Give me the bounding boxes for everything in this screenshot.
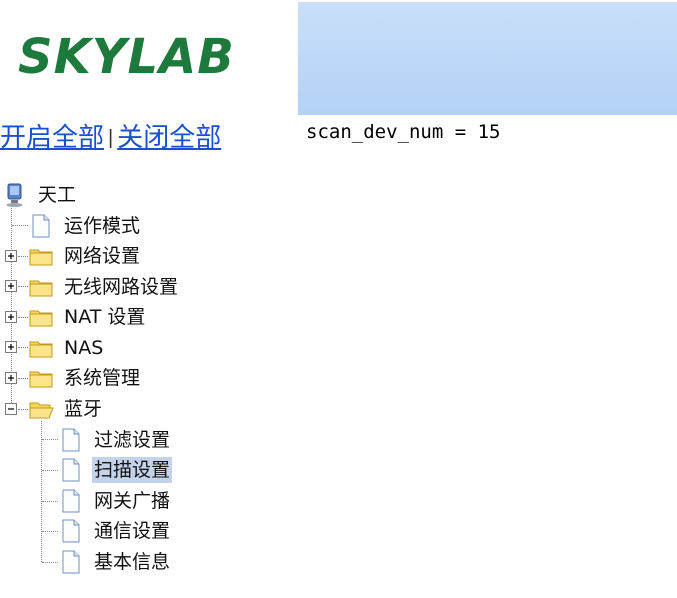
collapse-toggle-icon[interactable]	[5, 403, 17, 415]
tree-hline-bt-4	[42, 562, 58, 563]
folder-closed-icon	[29, 249, 53, 266]
tree-item-label: NAS	[64, 337, 104, 359]
expand-toggle-icon[interactable]	[5, 341, 17, 353]
tree-item-label: 系统管理	[64, 367, 141, 389]
page-icon	[62, 550, 80, 574]
tree-root[interactable]: 天工	[2, 180, 78, 210]
folder-open-icon	[29, 402, 54, 419]
tree-hline-5	[18, 378, 28, 379]
page-icon	[62, 458, 80, 482]
computer-icon	[6, 183, 23, 207]
tree-item-label: 网络设置	[64, 245, 141, 267]
tree-hline-0	[12, 225, 28, 226]
console-output: scan_dev_num = 15	[306, 121, 501, 143]
tree-hline-6	[18, 409, 28, 410]
tree-item-label: 通信设置	[94, 520, 171, 542]
tree-item-nat-settings[interactable]: NAT 设置	[28, 302, 147, 332]
expand-toggle-icon[interactable]	[5, 280, 17, 292]
page-icon	[32, 214, 50, 238]
tree-item-label-selected: 扫描设置	[92, 457, 173, 483]
tree-item-nas[interactable]: NAS	[28, 333, 105, 363]
header-banner	[298, 2, 677, 115]
tree-toggle-links: 开启全部 | 关闭全部	[0, 119, 221, 158]
tree-hline-4	[18, 347, 28, 348]
tree-hline-bt-1	[42, 470, 58, 471]
tree-item-gateway-broadcast[interactable]: 网关广播	[58, 486, 172, 516]
tree-hline-1	[18, 256, 28, 257]
folder-closed-icon	[29, 341, 53, 358]
expand-toggle-icon[interactable]	[5, 250, 17, 262]
tree-item-scan-settings[interactable]: 扫描设置	[58, 455, 173, 485]
tree-hline-bt-2	[42, 501, 58, 502]
folder-closed-icon	[29, 310, 53, 327]
folder-closed-icon	[29, 371, 53, 388]
tree-item-filter-settings[interactable]: 过滤设置	[58, 425, 172, 455]
navigation-tree: 天工 运作模式 网络设置 无线网路设置 NAT 设置 NAS 系统管理 蓝牙 过…	[0, 179, 300, 579]
page-icon	[62, 489, 80, 513]
tree-item-label: 蓝牙	[64, 398, 103, 420]
tree-item-system-management[interactable]: 系统管理	[28, 363, 142, 393]
tree-root-label: 天工	[38, 184, 77, 206]
folder-closed-icon	[29, 280, 53, 297]
logo-image: SKYLAB	[18, 29, 235, 84]
tree-item-bluetooth[interactable]: 蓝牙	[28, 394, 104, 424]
tree-hline-2	[18, 286, 28, 287]
expand-toggle-icon[interactable]	[5, 311, 17, 323]
tree-item-wireless-settings[interactable]: 无线网路设置	[28, 272, 180, 302]
toggle-separator: |	[108, 127, 114, 149]
page-icon	[62, 519, 80, 543]
tree-hline-bt-0	[42, 439, 58, 440]
tree-item-label: 过滤设置	[94, 429, 171, 451]
expand-toggle-icon[interactable]	[5, 372, 17, 384]
tree-item-label: 运作模式	[64, 215, 141, 237]
skylab-logo: SKYLAB	[18, 28, 263, 84]
tree-hline-3	[18, 317, 28, 318]
tree-item-network-settings[interactable]: 网络设置	[28, 241, 142, 271]
page-icon	[62, 428, 80, 452]
tree-item-basic-info[interactable]: 基本信息	[58, 547, 172, 577]
logo-text: SKYLAB	[18, 29, 235, 84]
tree-hline-bt-3	[42, 531, 58, 532]
tree-item-label: NAT 设置	[64, 306, 146, 328]
tree-item-operation-mode[interactable]: 运作模式	[28, 211, 142, 241]
expand-all-link[interactable]: 开启全部	[0, 122, 104, 152]
tree-item-label: 网关广播	[94, 490, 171, 512]
tree-item-label: 基本信息	[94, 551, 171, 573]
collapse-all-link[interactable]: 关闭全部	[117, 122, 221, 152]
tree-item-communication-settings[interactable]: 通信设置	[58, 516, 172, 546]
tree-item-label: 无线网路设置	[64, 276, 179, 298]
tree-vline-bluetooth	[41, 421, 42, 562]
